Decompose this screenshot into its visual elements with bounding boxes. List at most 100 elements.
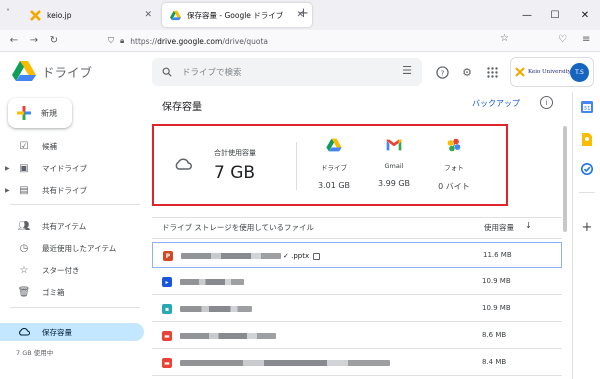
- info-icon[interactable]: i: [540, 96, 553, 109]
- total-usage-value: 7 GB: [214, 163, 256, 183]
- sidebar-item-shared-with-me[interactable]: 👥︎ 共有アイテム: [0, 217, 144, 235]
- tab-keio[interactable]: keio.jp ✕: [22, 3, 160, 27]
- side-panel-divider: [579, 192, 595, 193]
- window-close-icon[interactable]: ✕: [570, 0, 600, 30]
- pocket-icon[interactable]: ♡: [558, 34, 567, 45]
- url-path: /drive/quota: [222, 36, 269, 46]
- file-name: ✓ .pptx: [181, 251, 321, 261]
- reload-icon[interactable]: ↻: [44, 35, 64, 46]
- check-circle-icon: ☑: [19, 140, 29, 152]
- tab-list-chevron-icon[interactable]: ˅: [6, 8, 10, 17]
- clock-icon: ◷: [19, 242, 29, 254]
- search-icon[interactable]: [162, 67, 172, 77]
- side-panel: 31 +: [572, 92, 600, 379]
- calendar-icon[interactable]: 31: [580, 100, 594, 114]
- add-addon-plus-icon[interactable]: +: [580, 220, 594, 235]
- scrollbar-thumb[interactable]: [563, 126, 567, 232]
- drive-header: ドライブ ドライブで検索 ☰ ? ⚙ Keio University T.S: [0, 52, 600, 92]
- sidebar-item-label: 候補: [42, 141, 57, 151]
- plus-icon: [17, 106, 31, 120]
- quota-divider: [296, 142, 297, 190]
- file-size: 10.9 MB: [482, 304, 511, 312]
- drive-logo[interactable]: ドライブ: [12, 60, 92, 82]
- main-content: 保存容量 バックアップ i 合計使用容量 7 GB ドライブ 3.01 GB G…: [150, 92, 570, 379]
- search-bar[interactable]: ドライブで検索 ☰: [152, 58, 422, 86]
- menu-icon[interactable]: ≡: [582, 34, 590, 45]
- browser-nav-bar: ← → ↻ ⛉ 🔒︎ https://drive.google.com/driv…: [0, 30, 600, 52]
- search-input[interactable]: ドライブで検索: [182, 66, 242, 78]
- keep-icon[interactable]: [580, 132, 594, 146]
- file-name: [180, 277, 244, 287]
- keio-pen-logo-icon: [515, 67, 525, 77]
- table-top-divider: [152, 217, 562, 218]
- url-host: drive.google.com: [157, 36, 223, 46]
- table-row[interactable]: ▪ 10.9 MB: [152, 296, 562, 322]
- shared-drives-icon: ▤: [19, 184, 29, 196]
- google-photos-icon: [447, 138, 461, 152]
- sidebar-item-label: 共有アイテム: [42, 221, 87, 231]
- file-size: 8.6 MB: [482, 331, 507, 339]
- browser-tab-bar: ˅ keio.jp ✕ 保存容量 - Google ドライブ ✕ + — ☐ ✕: [0, 0, 600, 30]
- help-icon[interactable]: ?: [434, 64, 450, 80]
- settings-gear-icon[interactable]: ⚙: [459, 64, 475, 80]
- new-button[interactable]: 新規: [8, 98, 72, 128]
- sidebar-item-suggestions[interactable]: ☑ 候補: [0, 137, 144, 155]
- file-size: 11.6 MB: [483, 251, 512, 259]
- bookmark-star-icon[interactable]: ☆: [500, 33, 509, 44]
- storage-usage-text: 7 GB 使用中: [16, 349, 54, 357]
- minimize-icon[interactable]: —: [512, 0, 542, 30]
- sidebar-item-storage[interactable]: 保存容量: [0, 323, 144, 341]
- expand-caret-icon[interactable]: ▶: [5, 165, 10, 172]
- maximize-icon[interactable]: ☐: [540, 0, 570, 30]
- file-name: [180, 331, 276, 341]
- page-title: 保存容量: [162, 102, 202, 113]
- search-options-icon[interactable]: ☰: [402, 64, 412, 77]
- back-icon[interactable]: ←: [4, 35, 24, 46]
- url-bar[interactable]: ⛉ 🔒︎ https://drive.google.com/drive/quot…: [108, 33, 524, 49]
- backup-link[interactable]: バックアップ: [472, 98, 520, 109]
- table-header-divider: [152, 238, 562, 239]
- file-size: 8.4 MB: [482, 358, 507, 366]
- main-scrollbar[interactable]: [563, 118, 567, 373]
- sort-down-arrow-icon[interactable]: ↓: [525, 221, 532, 230]
- sidebar-item-trash[interactable]: 🗑︎ ゴミ箱: [0, 283, 144, 301]
- sidebar-item-my-drive[interactable]: ▶ ▣ マイドライブ: [0, 159, 144, 177]
- service-size: 0 バイト: [438, 182, 470, 191]
- expand-caret-icon[interactable]: ▶: [5, 187, 10, 194]
- sidebar-item-shared-drives[interactable]: ▶ ▤ 共有ドライブ: [0, 181, 144, 199]
- gmail-icon: [386, 139, 402, 151]
- sidebar-item-starred[interactable]: ☆ スター付き: [0, 261, 144, 279]
- table-header: ドライブ ストレージを使用しているファイル 使用容量 ↓: [162, 221, 562, 236]
- tasks-icon[interactable]: [580, 162, 594, 176]
- table-row[interactable]: ▬ 8.4 MB: [152, 350, 562, 376]
- cloud-icon: [19, 328, 30, 336]
- table-row[interactable]: P ✓ .pptx 11.6 MB: [152, 242, 562, 268]
- table-row[interactable]: ▬ 8.6 MB: [152, 323, 562, 349]
- redacted-text: [181, 253, 281, 259]
- apps-grid-icon[interactable]: [484, 64, 500, 80]
- size-column-header[interactable]: 使用容量: [484, 222, 514, 233]
- image-file-icon: ▪: [162, 304, 172, 314]
- service-drive: ドライブ 3.01 GB: [304, 136, 364, 190]
- tab-close-icon[interactable]: ✕: [144, 10, 152, 20]
- sidebar-divider: [10, 204, 140, 205]
- tab-title: keio.jp: [47, 10, 72, 20]
- account-switcher[interactable]: Keio University T.S: [510, 57, 594, 87]
- redacted-text: [180, 279, 244, 285]
- file-name: [180, 304, 252, 314]
- sidebar-item-recent[interactable]: ◷ 最近使用したアイテム: [0, 239, 144, 257]
- url-prefix: https://: [130, 36, 158, 46]
- file-name: [180, 358, 390, 368]
- sidebar-divider: [10, 307, 140, 308]
- star-icon: ☆: [19, 264, 29, 276]
- my-drive-icon: ▣: [19, 162, 29, 174]
- avatar[interactable]: T.S: [570, 63, 589, 82]
- shared-icon: [313, 252, 321, 260]
- table-row[interactable]: ▸ 10.9 MB: [152, 269, 562, 295]
- app-name: ドライブ: [42, 64, 93, 80]
- forward-icon[interactable]: →: [24, 35, 44, 46]
- new-tab-button[interactable]: +: [298, 6, 309, 21]
- video-file-icon: ▸: [162, 277, 172, 287]
- tab-drive-quota[interactable]: 保存容量 - Google ドライブ ✕: [162, 3, 312, 27]
- google-drive-icon: [326, 138, 342, 152]
